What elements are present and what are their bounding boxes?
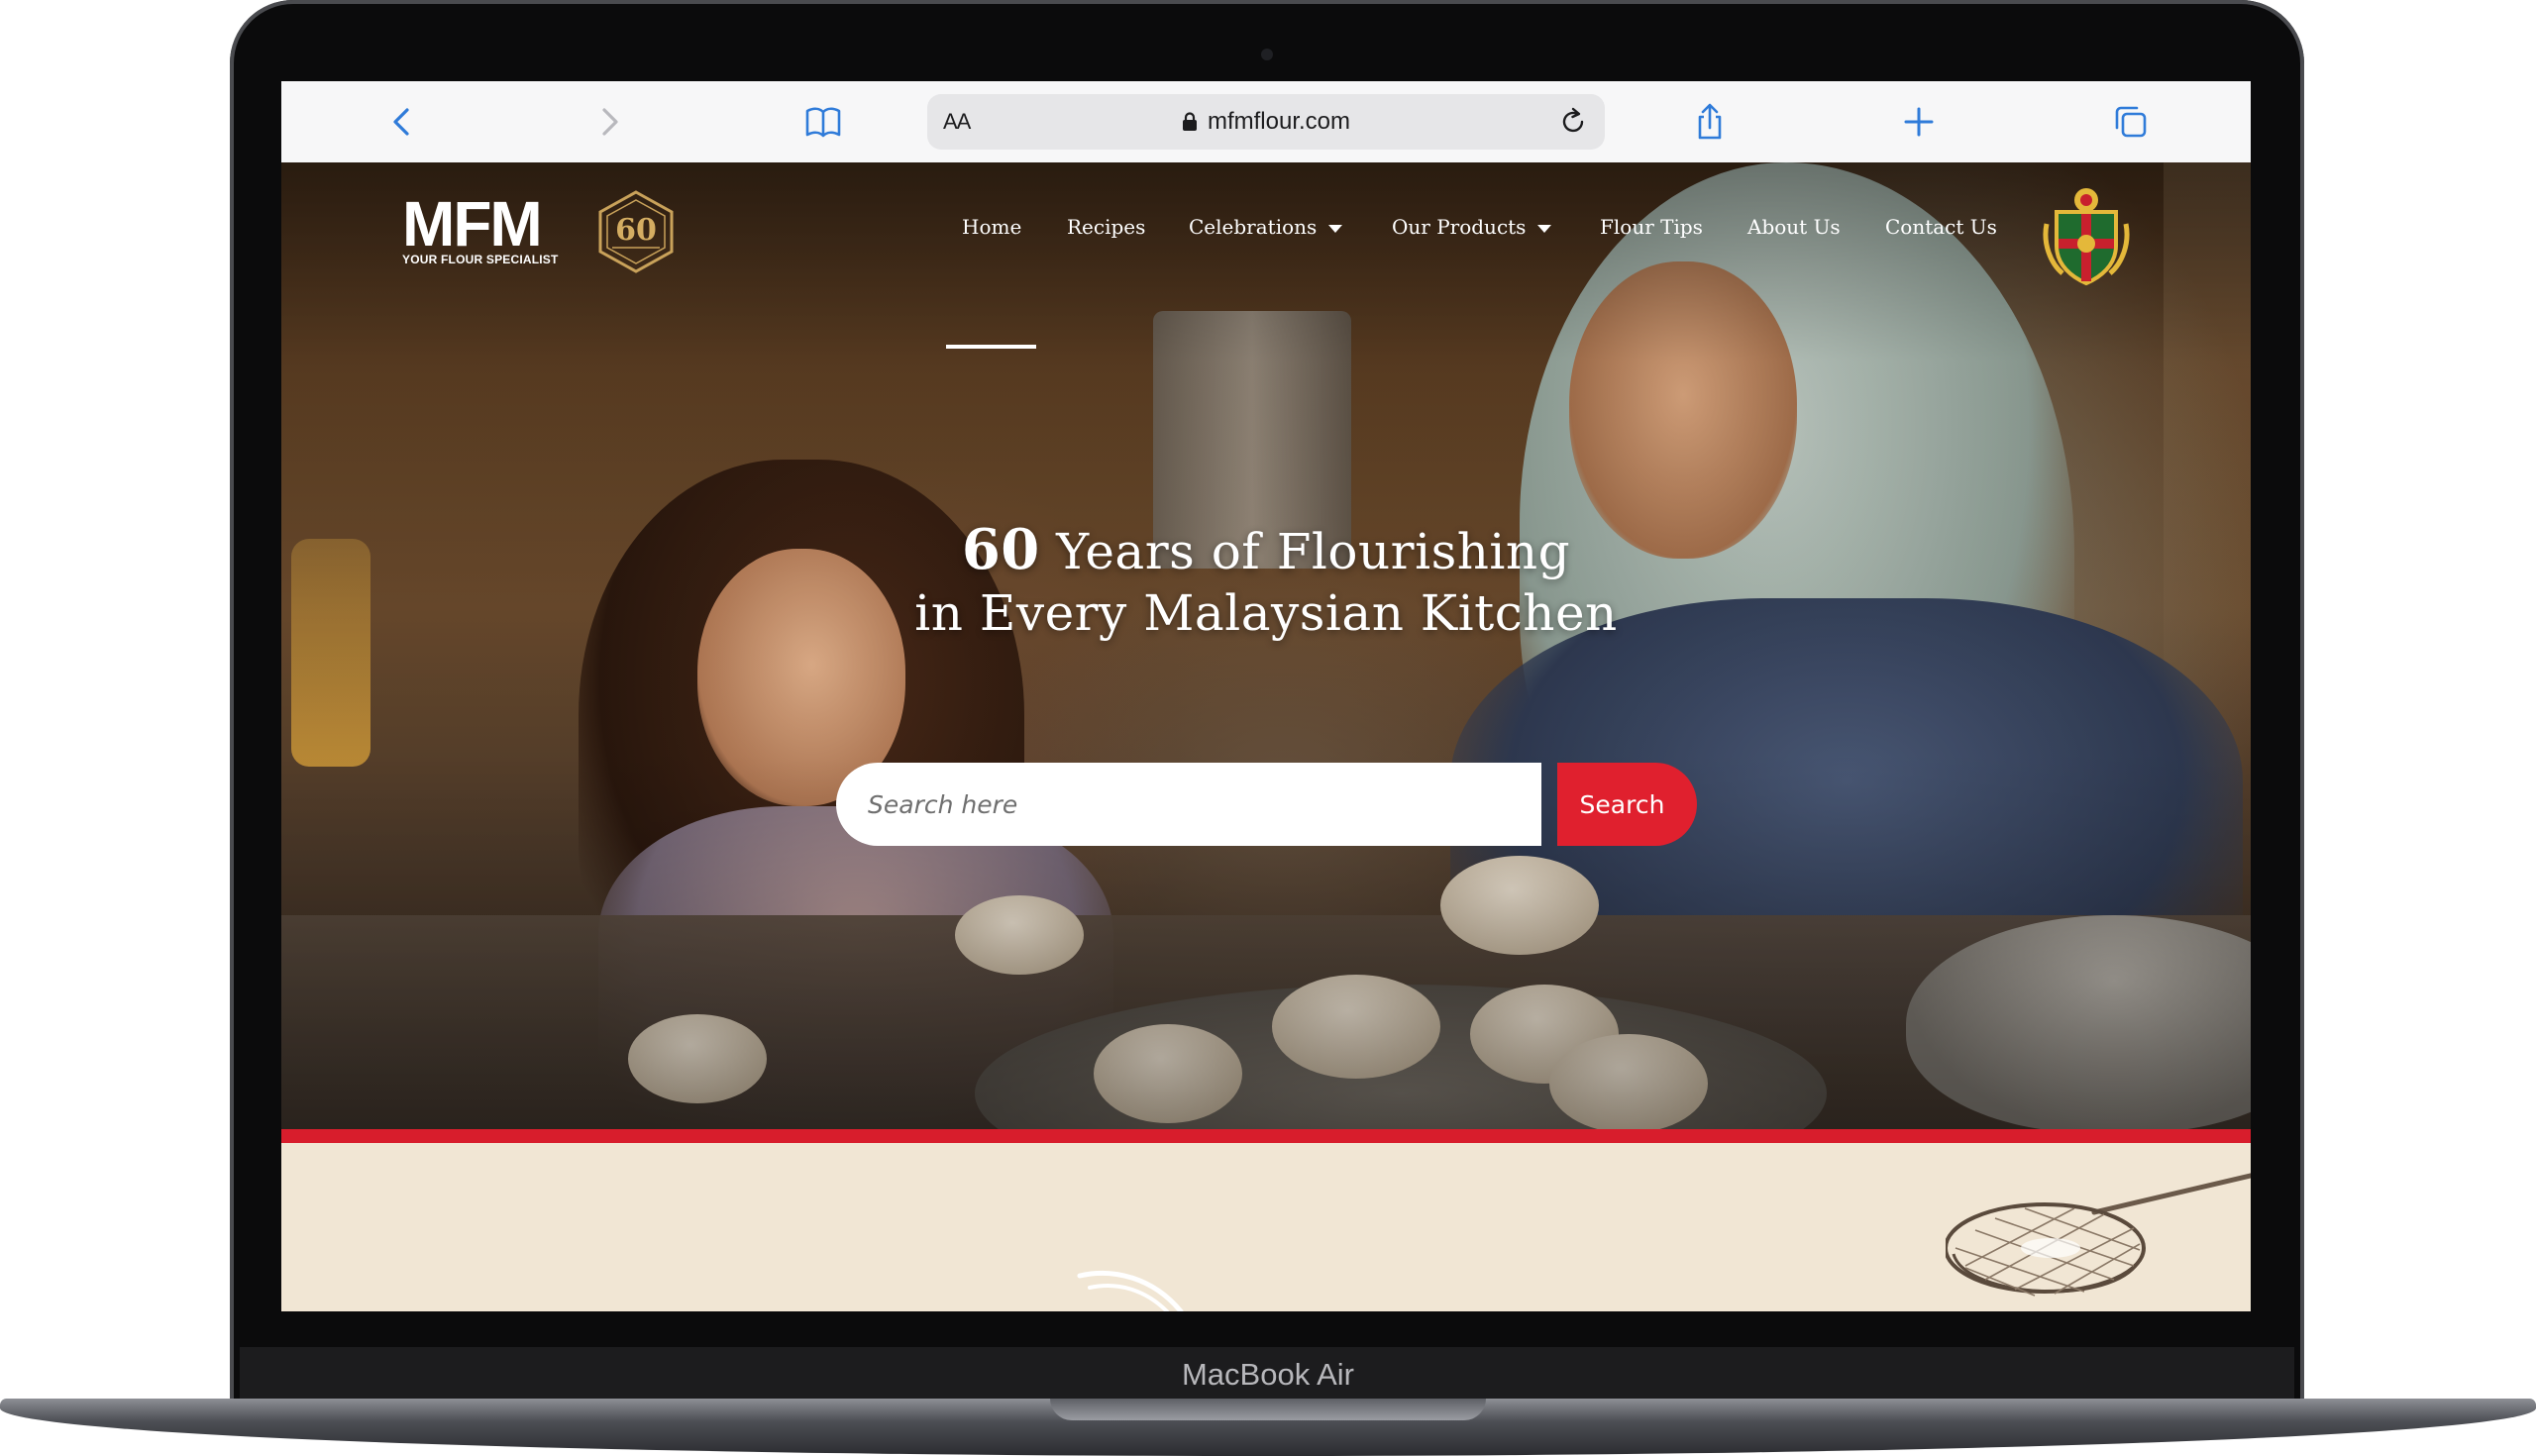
url-text: mfmflour.com xyxy=(1207,108,1351,135)
hero-bottom-red-bar xyxy=(281,1129,2251,1143)
back-chevron-icon xyxy=(393,108,409,136)
hinge-notch xyxy=(1050,1399,1486,1420)
headline-line-1-text: Years of Flourishing xyxy=(1039,523,1571,580)
logo-tagline: YOUR FLOUR SPECIALIST xyxy=(402,253,559,266)
headline-line-1: 60 Years of Flourishing xyxy=(622,519,1910,582)
share-button[interactable] xyxy=(1681,93,1739,151)
nav-our-products-label: Our Products xyxy=(1392,215,1527,239)
forward-chevron-icon xyxy=(602,108,618,136)
chevron-down-icon xyxy=(1537,224,1552,233)
decorative-swoosh-icon xyxy=(1077,1270,1184,1311)
search-input[interactable] xyxy=(836,763,1541,846)
forward-button[interactable] xyxy=(581,93,638,151)
screen: AA mfmflour.com MFM YOUR FLOUR SPECIALIS… xyxy=(281,81,2251,1311)
headline-line-2: in Every Malaysian Kitchen xyxy=(914,584,1618,642)
hero-section: MFM YOUR FLOUR SPECIALIST 60 Home Recipe… xyxy=(281,162,2251,1153)
nav-contact-us-label: Contact Us xyxy=(1885,215,1997,239)
nav-flour-tips[interactable]: Flour Tips xyxy=(1600,210,1703,244)
nav-our-products[interactable]: Our Products xyxy=(1392,210,1552,244)
sieve-illustration-icon xyxy=(1946,1173,2251,1297)
nav-recipes[interactable]: Recipes xyxy=(1067,210,1145,244)
tabs-overview-button[interactable] xyxy=(2102,93,2160,151)
nav-celebrations-label: Celebrations xyxy=(1189,215,1318,239)
url-display: mfmflour.com xyxy=(927,94,1605,150)
tabs-overview-icon xyxy=(2115,106,2147,138)
lock-icon xyxy=(1182,112,1197,131)
bookmarks-book-icon xyxy=(805,107,841,138)
new-tab-plus-icon xyxy=(1904,107,1934,137)
share-icon xyxy=(1698,103,1722,140)
site-logo[interactable]: MFM YOUR FLOUR SPECIALIST xyxy=(402,188,576,266)
nav-home-label: Home xyxy=(962,215,1022,239)
nav-home[interactable]: Home xyxy=(962,210,1021,244)
chevron-down-icon xyxy=(1328,224,1343,233)
new-tab-button[interactable] xyxy=(1890,93,1948,151)
back-button[interactable] xyxy=(373,93,431,151)
nav-about-us-label: About Us xyxy=(1747,215,1841,239)
nav-flour-tips-label: Flour Tips xyxy=(1600,215,1703,239)
crest-emblem-icon xyxy=(2043,188,2130,286)
nav-celebrations[interactable]: Celebrations xyxy=(1189,210,1343,244)
badge-number: 60 xyxy=(615,213,657,248)
reload-icon[interactable] xyxy=(1555,104,1591,140)
camera-dot xyxy=(1261,49,1273,60)
address-bar[interactable]: AA mfmflour.com xyxy=(927,94,1605,150)
logo-wordmark: MFM xyxy=(402,188,543,260)
sixty-years-badge-icon: 60 xyxy=(598,190,674,273)
device-label: MacBook Air xyxy=(1181,1357,1354,1392)
nav-recipes-label: Recipes xyxy=(1067,215,1146,239)
hero-headline: 60 Years of Flourishing in Every Malaysi… xyxy=(622,519,1910,644)
hero-shade-overlay xyxy=(281,162,2251,1153)
bookmarks-button[interactable] xyxy=(794,93,852,151)
browser-toolbar: AA mfmflour.com xyxy=(281,81,2251,163)
nav-contact-us[interactable]: Contact Us xyxy=(1885,210,1997,244)
headline-number: 60 xyxy=(961,517,1040,582)
search-button[interactable]: Search xyxy=(1557,763,1697,846)
nav-about-us[interactable]: About Us xyxy=(1747,210,1841,244)
nav-active-underline xyxy=(946,345,1036,349)
